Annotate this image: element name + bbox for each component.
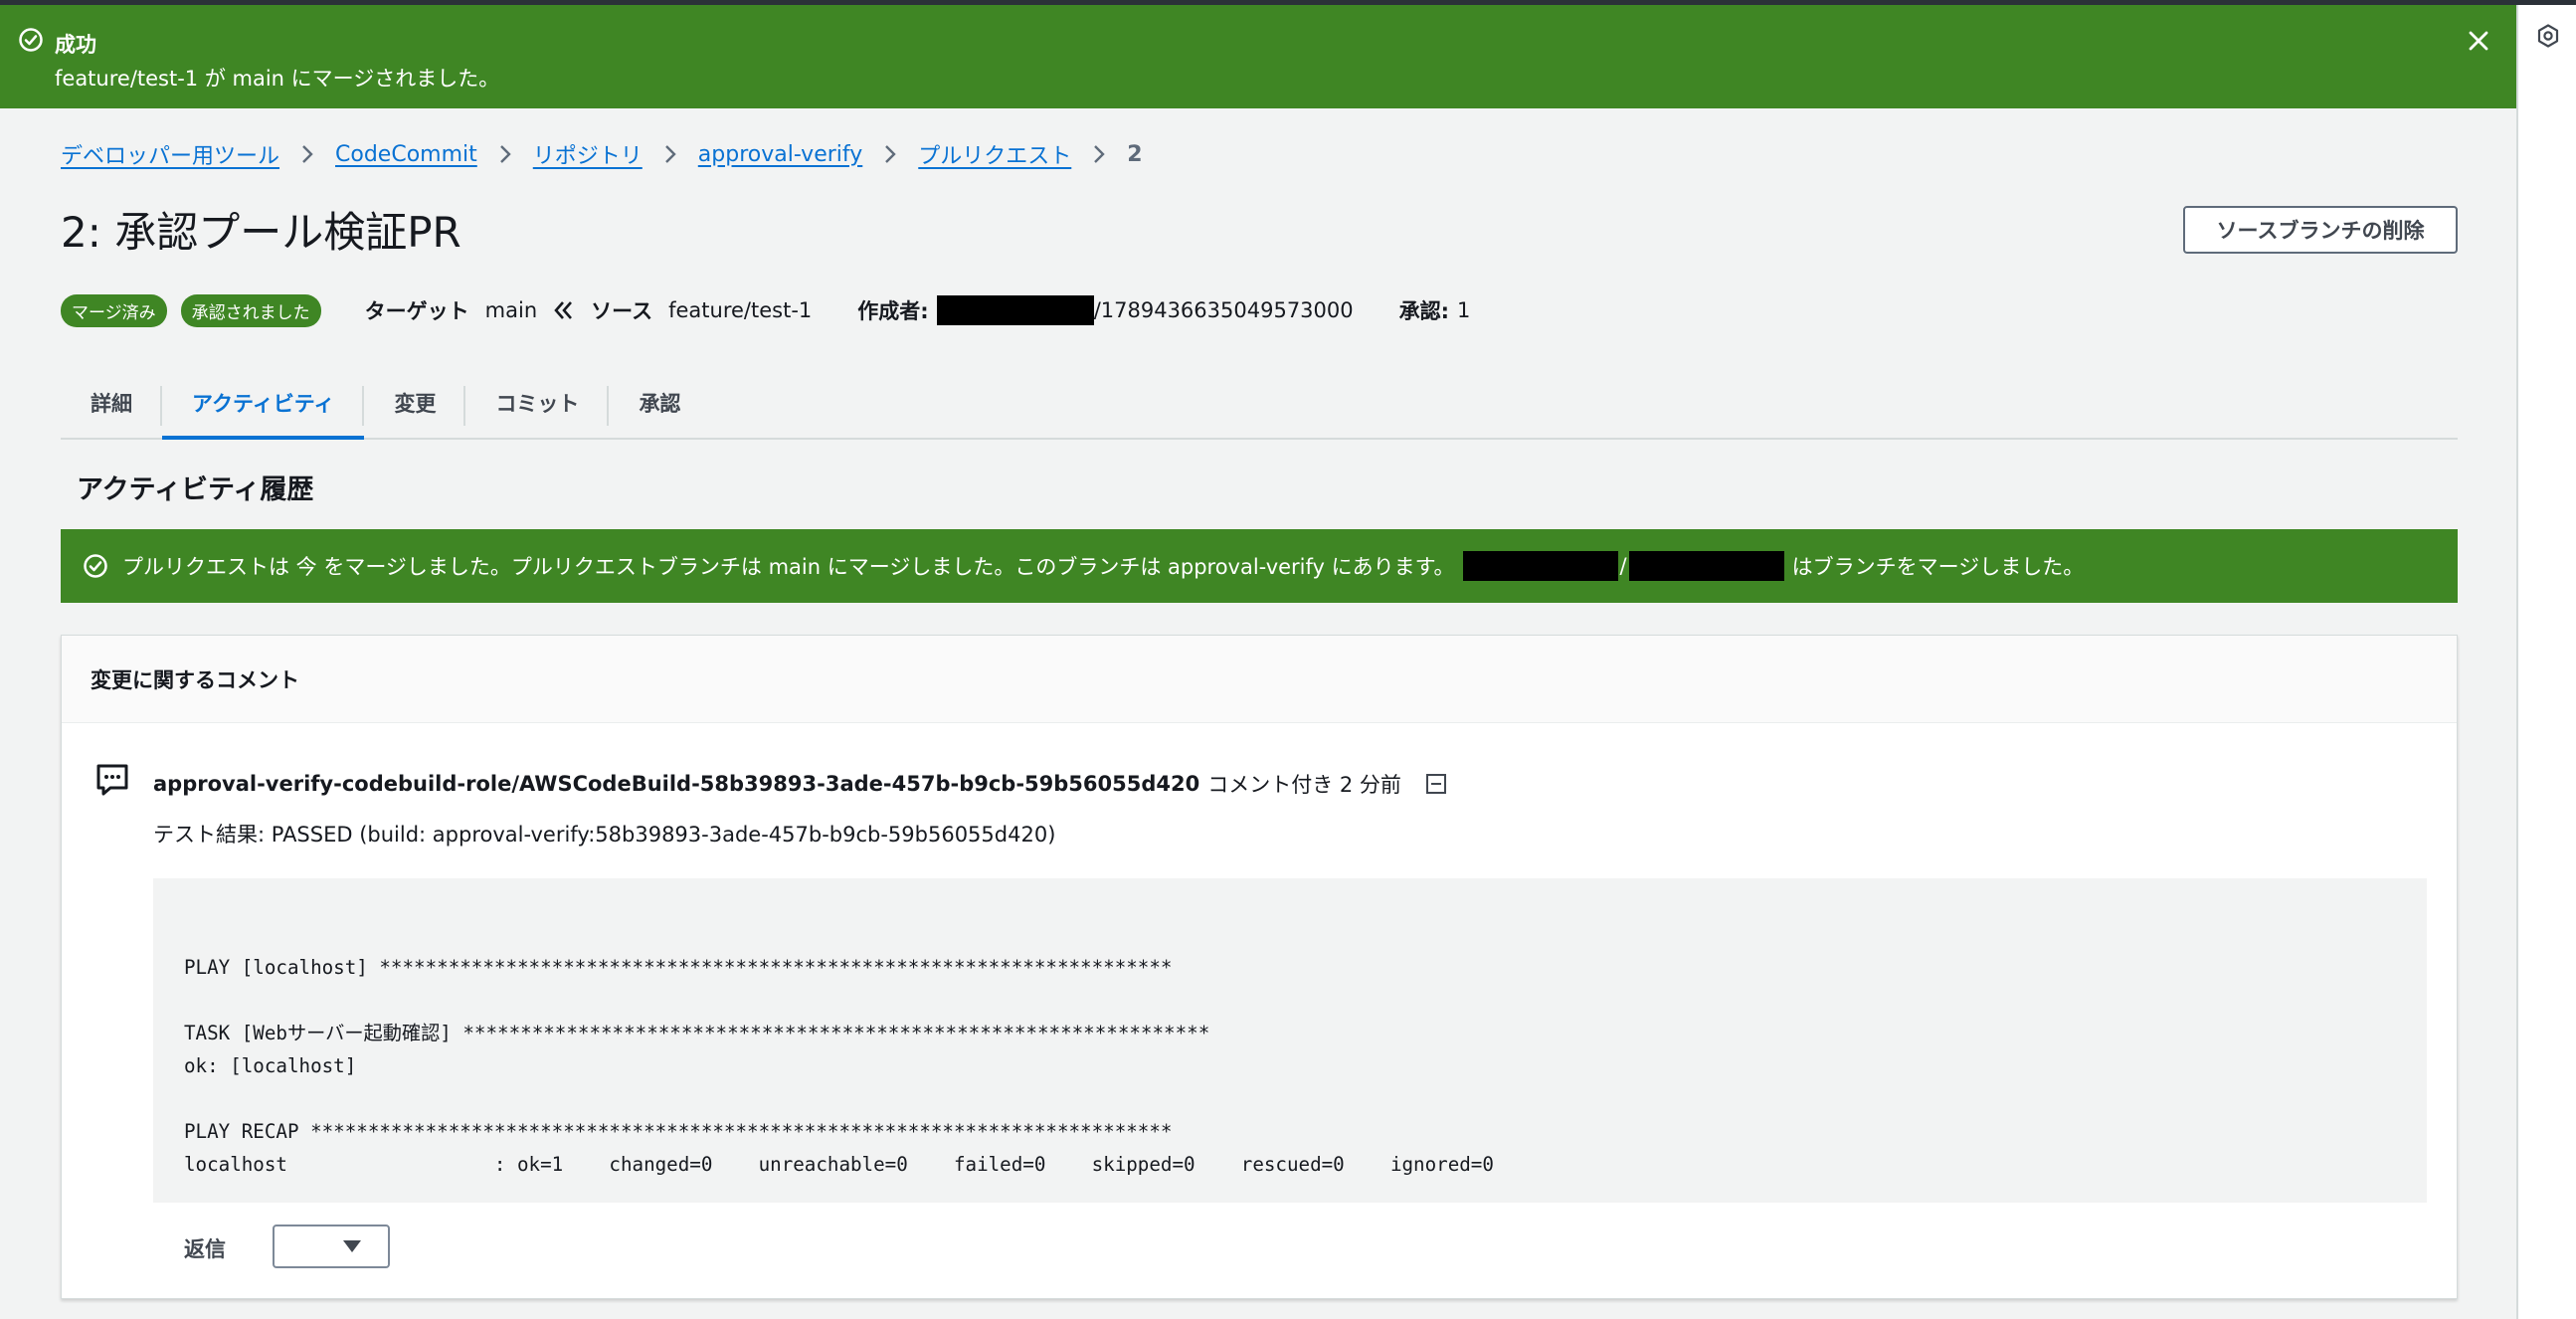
reply-label: 返信 <box>184 1237 226 1261</box>
double-chevron-left-icon <box>554 301 573 319</box>
tab-label: 変更 <box>394 392 437 416</box>
breadcrumb-pull-requests[interactable]: プルリクエスト <box>918 138 1071 170</box>
author-label: 作成者: <box>857 299 929 323</box>
banner-separator: / <box>1619 554 1627 578</box>
tab-label: コミット <box>495 392 580 416</box>
success-flashbar: 成功 feature/test-1 が main にマージされました。 <box>0 5 2516 108</box>
code-line: ok: [localhost] <box>184 1054 357 1077</box>
banner-text: プルリクエストは 今 をマージしました。プルリクエストブランチは main にマ… <box>122 555 1455 579</box>
chevron-right-icon <box>1094 145 1105 163</box>
comment-timestamp: コメント付き 2 分前 <box>1207 773 1401 797</box>
tab-label: 詳細 <box>91 392 132 416</box>
source-label: ソース <box>591 299 653 323</box>
approvals-count: 1 <box>1457 298 1471 322</box>
chevron-right-icon <box>664 145 676 163</box>
status-badge-merged: マージ済み <box>61 293 167 327</box>
code-line: PLAY RECAP *****************************… <box>184 1120 1173 1143</box>
source-branch: feature/test-1 <box>668 298 813 322</box>
breadcrumb-current: 2 <box>1127 141 1143 167</box>
comments-panel: 変更に関するコメント approval-verify-codebuild-rol… <box>61 635 2458 1299</box>
tab-details[interactable]: 詳細 <box>61 368 162 438</box>
delete-source-branch-button[interactable]: ソースブランチの削除 <box>2183 206 2458 254</box>
tab-label: アクティビティ <box>192 392 335 416</box>
chevron-right-icon <box>302 145 313 163</box>
comments-heading: 変更に関するコメント <box>62 636 2457 723</box>
redacted-account <box>1462 551 1618 581</box>
chevron-right-icon <box>885 145 896 163</box>
flash-message: feature/test-1 が main にマージされました。 <box>55 67 500 91</box>
chevron-right-icon <box>499 145 511 163</box>
code-line: TASK [Webサーバー起動確認] *********************… <box>184 1022 1210 1044</box>
breadcrumb-repositories[interactable]: リポジトリ <box>533 138 643 170</box>
settings-hexagon-icon[interactable] <box>2535 23 2561 49</box>
code-line: PLAY [localhost] ***********************… <box>184 956 1173 979</box>
breadcrumb-codecommit[interactable]: CodeCommit <box>335 142 477 167</box>
comment-author: approval-verify-codebuild-role/AWSCodeBu… <box>153 772 1200 796</box>
collapse-icon[interactable] <box>1425 773 1447 795</box>
success-check-icon <box>84 554 107 578</box>
code-line: localhost : ok=1 changed=0 unreachable=0… <box>184 1153 1494 1176</box>
activity-history-heading: アクティビティ履歴 <box>77 474 314 505</box>
tab-commits[interactable]: コミット <box>465 368 610 438</box>
redacted-author <box>936 295 1094 325</box>
comment-icon <box>96 764 128 796</box>
approvals-label: 承認: <box>1398 299 1450 323</box>
test-result-text: テスト結果: PASSED (build: approval-verify:58… <box>153 823 1056 847</box>
pull-request-meta: マージ済み 承認されました ターゲット main ソース feature/tes… <box>61 293 1471 327</box>
merge-activity-banner: プルリクエストは 今 をマージしました。プルリクエストブランチは main にマ… <box>61 529 2458 603</box>
breadcrumb: デベロッパー用ツール CodeCommit リポジトリ approval-ver… <box>61 138 1143 170</box>
close-icon[interactable] <box>2463 25 2494 57</box>
success-check-icon <box>19 28 43 52</box>
author-id: /1789436635049573000 <box>1093 298 1354 322</box>
breadcrumb-approval-verify[interactable]: approval-verify <box>698 142 862 167</box>
status-badge-approved: 承認されました <box>180 293 321 327</box>
tab-activity[interactable]: アクティビティ <box>162 368 365 440</box>
breadcrumb-developer-tools[interactable]: デベロッパー用ツール <box>61 138 279 170</box>
tab-label: 承認 <box>639 392 681 416</box>
right-utility-rail <box>2516 5 2576 1319</box>
tab-approvals[interactable]: 承認 <box>609 368 710 438</box>
target-branch: main <box>484 298 538 322</box>
ansible-output-code-block: PLAY [localhost] ***********************… <box>153 878 2427 1203</box>
tab-changes[interactable]: 変更 <box>364 368 466 438</box>
target-label: ターゲット <box>364 299 469 323</box>
redacted-user <box>1628 551 1784 581</box>
caret-down-icon <box>343 1240 361 1252</box>
comment-header: approval-verify-codebuild-role/AWSCodeBu… <box>153 769 1447 799</box>
page-title: 2: 承認プール検証PR <box>61 208 461 257</box>
flash-title: 成功 <box>55 33 96 57</box>
reply-dropdown[interactable] <box>273 1225 390 1268</box>
banner-suffix: はブランチをマージしました。 <box>1791 555 2085 579</box>
pull-request-tabs: 詳細 アクティビティ 変更 コミット 承認 <box>61 368 2458 440</box>
